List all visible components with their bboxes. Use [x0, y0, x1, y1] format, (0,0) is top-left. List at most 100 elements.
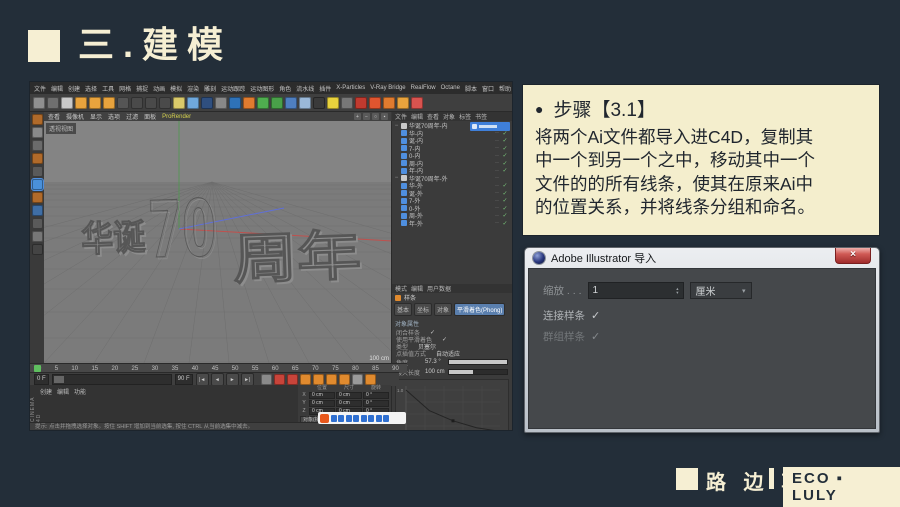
attribute-tab[interactable]: 坐标: [414, 303, 433, 316]
menu-item[interactable]: 流水线: [296, 84, 314, 93]
menu-item[interactable]: 角色: [279, 84, 291, 93]
visibility-check-icon[interactable]: ✓: [501, 197, 509, 204]
menu-item[interactable]: 帮助: [499, 84, 511, 93]
menu-item[interactable]: 雕刻: [204, 84, 216, 93]
coords-field[interactable]: 0 cm: [336, 400, 362, 407]
edges-mode-icon[interactable]: [30, 178, 44, 191]
record-button[interactable]: [338, 374, 350, 385]
volume-icon[interactable]: [383, 96, 395, 109]
timeline-playhead[interactable]: [34, 365, 41, 372]
group-splines-checkbox[interactable]: ✓: [591, 330, 600, 343]
coords-field[interactable]: 0 cm: [336, 392, 362, 399]
viewport-menu-item[interactable]: 选项: [108, 112, 120, 121]
viewport-scene[interactable]: 华诞 70 周年 华诞 70 周年: [44, 112, 392, 363]
maximize-view-icon[interactable]: ▪: [381, 113, 388, 120]
material-icon[interactable]: [341, 96, 353, 109]
coords-field[interactable]: 0 cm: [309, 400, 335, 407]
prorender-menu-item[interactable]: ProRender: [162, 114, 191, 120]
unit-dropdown[interactable]: 厘米: [689, 282, 752, 299]
render-state-chip[interactable]: [470, 122, 510, 131]
zoom-view-icon[interactable]: −: [363, 113, 370, 120]
workplane-mode-icon[interactable]: [31, 153, 43, 164]
convert-object-icon[interactable]: [31, 114, 43, 125]
z-axis-lock-icon[interactable]: [159, 96, 171, 109]
coords-field[interactable]: 0 °: [363, 392, 389, 399]
attribute-tab[interactable]: 基本: [394, 303, 413, 316]
polygons-mode-icon[interactable]: [31, 192, 43, 203]
last-tool-icon[interactable]: [117, 96, 129, 109]
record-button[interactable]: [286, 374, 298, 385]
menu-item[interactable]: 窗口: [482, 84, 494, 93]
menu-item[interactable]: 插件: [319, 84, 331, 93]
cube-primitive-icon[interactable]: [229, 96, 241, 109]
expand-icon[interactable]: −: [394, 175, 399, 181]
viewport-menu-item[interactable]: 过滤: [126, 112, 138, 121]
visibility-check-icon[interactable]: ✓: [501, 152, 509, 159]
environment-icon[interactable]: [299, 96, 311, 109]
attribute-menu-item[interactable]: 编辑: [411, 284, 423, 293]
dialog-titlebar[interactable]: Adobe Illustrator 导入: [525, 248, 879, 268]
redo-icon[interactable]: [47, 96, 59, 109]
visibility-check-icon[interactable]: ✓: [501, 205, 509, 212]
menu-item[interactable]: 运动跟踪: [221, 84, 245, 93]
coordinate-system-icon[interactable]: [173, 96, 185, 109]
menu-item[interactable]: 文件: [34, 84, 46, 93]
object-manager-menu-item[interactable]: 文件: [395, 112, 407, 121]
mograph-icon[interactable]: [355, 96, 367, 109]
record-button[interactable]: [299, 374, 311, 385]
connect-splines-checkbox[interactable]: ✓: [591, 309, 600, 322]
rotate-icon[interactable]: [103, 96, 115, 109]
xpresso-icon[interactable]: [411, 96, 423, 109]
material-manager-tab[interactable]: 编辑: [57, 387, 69, 396]
coords-field[interactable]: 0 °: [363, 400, 389, 407]
slider-bar[interactable]: [448, 359, 508, 365]
menu-item[interactable]: 运动图形: [250, 84, 274, 93]
visibility-check-icon[interactable]: ✓: [501, 182, 509, 189]
timeline-scrub-bar[interactable]: [51, 374, 172, 385]
menu-item[interactable]: 选择: [85, 84, 97, 93]
deformer-icon[interactable]: [285, 96, 297, 109]
visibility-check-icon[interactable]: ✓: [501, 137, 509, 144]
falloff-curve-graph[interactable]: 0.20.40.60.81.01.00.5: [395, 379, 509, 430]
attribute-value[interactable]: 自动适应: [436, 349, 460, 358]
close-button[interactable]: ×: [835, 248, 871, 264]
record-button[interactable]: [273, 374, 285, 385]
viewport-menu-item[interactable]: 显示: [90, 112, 102, 121]
move-icon[interactable]: [75, 96, 87, 109]
menu-item[interactable]: 模拟: [170, 84, 182, 93]
scale-icon[interactable]: [89, 96, 101, 109]
record-button[interactable]: [260, 374, 272, 385]
menu-item[interactable]: 动画: [153, 84, 165, 93]
visibility-check-icon[interactable]: ✓: [501, 212, 509, 219]
subdivision-surface-icon[interactable]: [257, 96, 269, 109]
visibility-check-icon[interactable]: ✓: [501, 160, 509, 167]
object-manager-menu-item[interactable]: 查看: [427, 112, 439, 121]
simulate-icon[interactable]: [397, 96, 409, 109]
menu-item[interactable]: RealFlow: [411, 85, 436, 91]
object-manager-menu-item[interactable]: 编辑: [411, 112, 423, 121]
visibility-check-icon[interactable]: ✓: [501, 190, 509, 197]
menu-item[interactable]: 渲染: [187, 84, 199, 93]
render-settings-icon[interactable]: [215, 96, 227, 109]
light-icon[interactable]: [327, 96, 339, 109]
menu-item[interactable]: X-Particles: [336, 85, 365, 91]
locked-workplane-icon[interactable]: [31, 244, 43, 255]
viewport-menu-item[interactable]: 面板: [144, 112, 156, 121]
object-manager-menu-item[interactable]: 标签: [459, 112, 471, 121]
scale-input[interactable]: 1: [587, 282, 684, 299]
menu-item[interactable]: 脚本: [465, 84, 477, 93]
record-button[interactable]: [351, 374, 363, 385]
slider-value[interactable]: 100 cm: [425, 369, 445, 375]
stepper-icon[interactable]: [676, 287, 678, 295]
menu-item[interactable]: 捕捉: [136, 84, 148, 93]
attribute-tab[interactable]: 平滑着色(Phong): [454, 303, 506, 316]
menu-item[interactable]: 创建: [68, 84, 80, 93]
record-button[interactable]: [325, 374, 337, 385]
expand-icon[interactable]: −: [394, 123, 399, 129]
menu-item[interactable]: 编辑: [51, 84, 63, 93]
viewport-menu-item[interactable]: 查看: [48, 112, 60, 121]
texture-mode-icon[interactable]: [31, 140, 43, 151]
fields-icon[interactable]: [369, 96, 381, 109]
c4d-viewport[interactable]: 查看 摄像机 显示 选项 过滤 面板 ProRender + − ○ ▪ 透视视图 华诞 70 周年…: [44, 112, 392, 363]
menu-item[interactable]: V-Ray Bridge: [370, 85, 405, 91]
